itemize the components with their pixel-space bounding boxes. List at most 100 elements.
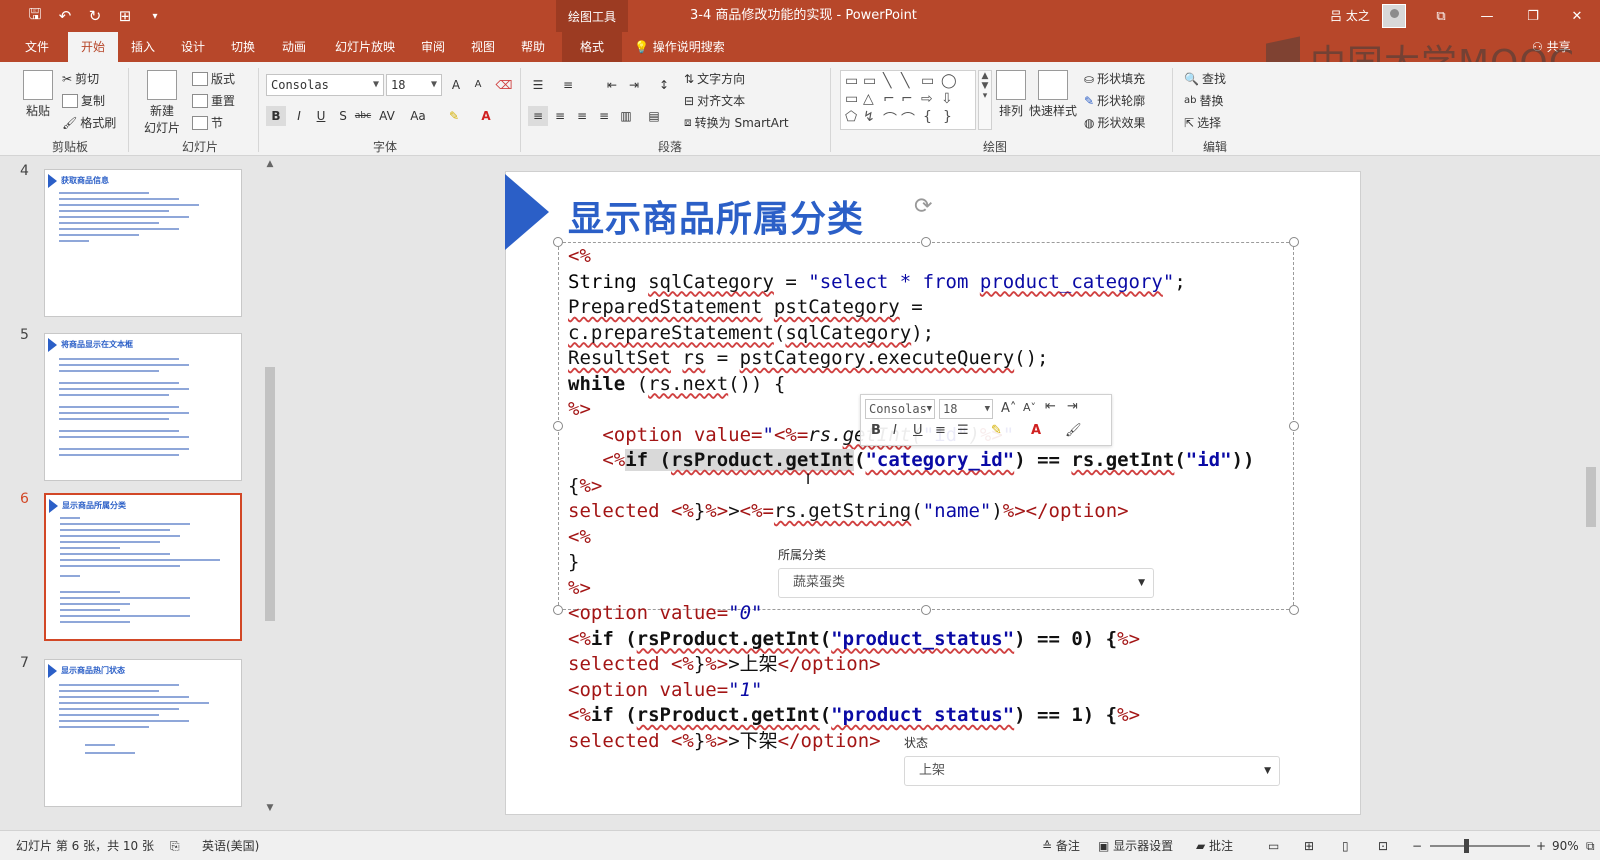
tab-animations[interactable]: 动画	[271, 32, 317, 62]
align-right-icon[interactable]: ≡	[572, 106, 592, 126]
fit-slide-icon[interactable]: ⧉	[1586, 831, 1595, 860]
slide-thumbnail-4[interactable]: 获取商品信息	[44, 169, 242, 317]
scroll-thumb[interactable]	[265, 367, 275, 621]
presentation-icon[interactable]: ⊞	[112, 4, 138, 28]
spellcheck-icon[interactable]: ⎘	[170, 831, 180, 860]
font-name-combo[interactable]: Consolas ▼	[266, 74, 384, 96]
zoom-slider-track[interactable]	[1430, 845, 1530, 847]
customize-icon[interactable]: ▾	[142, 4, 168, 28]
align-left-icon[interactable]: ≡	[528, 106, 548, 126]
slide-canvas[interactable]: 显示商品所属分类 ⟳ <% String sqlCategory = "sele…	[505, 171, 1361, 815]
tab-transitions[interactable]: 切换	[220, 32, 266, 62]
slide-title[interactable]: 显示商品所属分类	[568, 190, 864, 242]
normal-view-icon[interactable]: ▭	[1268, 831, 1279, 860]
redo-icon[interactable]: ↻	[82, 4, 108, 28]
quick-styles-button[interactable]: 快速样式	[1028, 70, 1078, 119]
slide-thumbnail-5[interactable]: 将商品显示在文本框	[44, 333, 242, 481]
scroll-thumb[interactable]	[1586, 467, 1596, 527]
mini-font-color-icon[interactable]: A	[1031, 423, 1041, 438]
minimize-button[interactable]: —	[1464, 0, 1510, 32]
align-text-button[interactable]: ⊟ 对齐文本	[684, 92, 745, 109]
gallery-scroll-icon[interactable]: ▲ ▼ ▾	[978, 70, 992, 130]
replace-button[interactable]: ab 替换	[1184, 92, 1224, 109]
cut-button[interactable]: ✂ 剪切	[62, 70, 99, 87]
resize-handle[interactable]	[1289, 421, 1299, 431]
tab-format[interactable]: 格式	[562, 32, 622, 62]
mini-bold-icon[interactable]: B	[871, 423, 881, 438]
thumbnail-scrollbar[interactable]: ▲ ▼	[262, 157, 278, 830]
rotate-handle-icon[interactable]: ⟳	[914, 194, 932, 219]
avatar[interactable]	[1382, 4, 1406, 28]
bold-button[interactable]: B	[266, 106, 286, 126]
resize-handle[interactable]	[553, 421, 563, 431]
tab-view[interactable]: 视图	[460, 32, 506, 62]
tab-design[interactable]: 设计	[170, 32, 216, 62]
mini-font-combo[interactable]: Consolas ▼	[865, 399, 935, 419]
select-button[interactable]: ⇱ 选择	[1184, 114, 1221, 131]
strikethrough-button[interactable]: abc	[353, 106, 373, 126]
reading-view-icon[interactable]: ▯	[1342, 831, 1349, 860]
text-direction-button[interactable]: ⇅ 文字方向	[684, 70, 745, 87]
mini-italic-icon[interactable]: I	[893, 423, 897, 438]
mini-underline-icon[interactable]: U	[913, 423, 923, 438]
columns-icon[interactable]: ▤	[644, 106, 664, 126]
mini-decrease-indent-icon[interactable]: ⇤	[1045, 399, 1056, 414]
bullets-icon[interactable]: ☰	[528, 75, 548, 95]
numbering-icon[interactable]: ≡	[558, 75, 578, 95]
resize-handle[interactable]	[1289, 237, 1299, 247]
mini-increase-indent-icon[interactable]: ⇥	[1067, 399, 1078, 414]
align-center-icon[interactable]: ≡	[550, 106, 570, 126]
layout-button[interactable]: 版式	[192, 70, 235, 87]
reset-button[interactable]: 重置	[192, 92, 235, 109]
editor-scrollbar[interactable]	[1582, 157, 1600, 830]
shapes-gallery[interactable]: ▭ ▭ ╲ ╲ ▭ ◯ ▭ △ ⌐ ⌐ ⇨ ⇩ ⬠ ↯ ⌒ ⌒{}	[840, 70, 976, 130]
undo-icon[interactable]: ↶	[52, 4, 78, 28]
clear-format-icon[interactable]: ⌫	[494, 75, 514, 95]
slide-thumbnail-6[interactable]: 显示商品所属分类	[44, 493, 242, 641]
font-size-combo[interactable]: 18 ▼	[386, 74, 442, 96]
scroll-down-icon[interactable]: ▼	[264, 803, 276, 815]
mini-align-icon[interactable]: ≡	[935, 423, 946, 438]
find-button[interactable]: 🔍 查找	[1184, 70, 1226, 87]
arrange-button[interactable]: 排列	[992, 70, 1030, 119]
mini-size-combo[interactable]: 18 ▼	[939, 399, 993, 419]
tab-slideshow[interactable]: 幻灯片放映	[326, 32, 404, 62]
slideshow-view-icon[interactable]: ⊡	[1378, 831, 1388, 860]
user-name[interactable]: 吕 太之	[1330, 0, 1370, 32]
mini-format-painter-icon[interactable]: 🖌	[1065, 423, 1082, 438]
decrease-indent-icon[interactable]: ⇤	[602, 75, 622, 95]
char-spacing-button[interactable]: AV	[377, 106, 397, 126]
resize-handle[interactable]	[553, 237, 563, 247]
font-color-icon[interactable]: A	[476, 106, 496, 126]
save-icon[interactable]: 🖫	[22, 4, 48, 28]
justify-icon[interactable]: ≡	[594, 106, 614, 126]
tab-insert[interactable]: 插入	[120, 32, 166, 62]
slide-sorter-icon[interactable]: ⊞	[1304, 831, 1314, 860]
mini-list-icon[interactable]: ☰	[957, 423, 969, 438]
format-painter-button[interactable]: 🖌 格式刷	[62, 114, 116, 131]
shadow-button[interactable]: S	[333, 106, 353, 126]
grow-font-button[interactable]: A	[446, 75, 466, 95]
mini-shrink-font-icon[interactable]: A˅	[1023, 401, 1036, 414]
mini-highlight-icon[interactable]: ✎	[991, 423, 1002, 438]
ribbon-display-button[interactable]: ⧉	[1418, 0, 1464, 32]
distributed-icon[interactable]: ▥	[616, 106, 636, 126]
paste-button[interactable]: 粘贴	[18, 70, 58, 119]
italic-button[interactable]: I	[289, 106, 309, 126]
shape-fill-button[interactable]: ⛀ 形状填充	[1084, 70, 1145, 87]
resize-handle[interactable]	[553, 605, 563, 615]
restore-button[interactable]: ❐	[1510, 0, 1556, 32]
shape-effects-button[interactable]: ◍ 形状效果	[1084, 114, 1146, 131]
copy-button[interactable]: 复制	[62, 92, 105, 109]
mini-grow-font-icon[interactable]: A˄	[1001, 401, 1016, 416]
display-settings-button[interactable]: ▣ 显示器设置	[1098, 831, 1173, 860]
new-slide-button[interactable]: 新建 幻灯片	[140, 70, 184, 136]
tab-review[interactable]: 审阅	[410, 32, 456, 62]
tab-help[interactable]: 帮助	[510, 32, 556, 62]
tab-home[interactable]: 开始	[68, 32, 118, 62]
notes-button[interactable]: ≙ 备注	[1042, 831, 1080, 860]
shape-outline-button[interactable]: ✎ 形状轮廓	[1084, 92, 1145, 109]
highlight-icon[interactable]: ✎	[444, 106, 464, 126]
tell-me-search[interactable]: 💡 操作说明搜索	[634, 32, 725, 62]
section-button[interactable]: 节	[192, 114, 223, 131]
